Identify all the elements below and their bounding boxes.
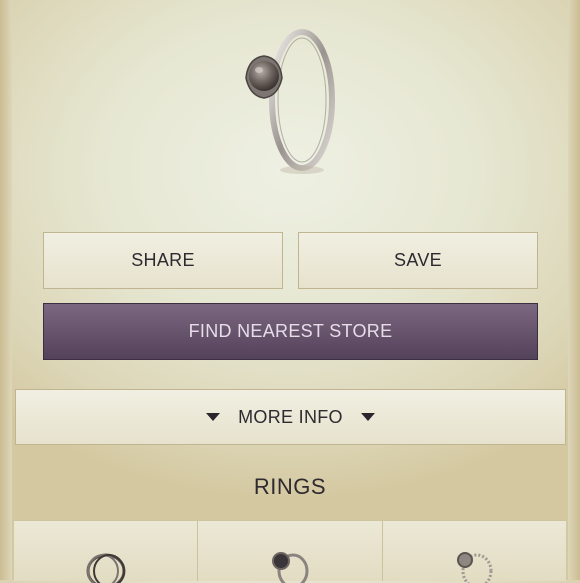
- ring-icon: [86, 553, 126, 583]
- ring-thumbnail-3[interactable]: [382, 521, 566, 583]
- more-info-toggle[interactable]: MORE INFO: [15, 389, 566, 445]
- save-button[interactable]: SAVE: [298, 232, 538, 289]
- section-title: RINGS: [253, 474, 327, 499]
- product-ring-image: [245, 29, 335, 174]
- more-info-label: MORE INFO: [238, 406, 343, 427]
- rings-grid: [14, 520, 566, 583]
- ring-thumbnail-1[interactable]: [14, 521, 199, 583]
- share-button[interactable]: SHARE: [43, 232, 283, 289]
- ring-icon: [457, 552, 493, 583]
- ring-thumbnail-2[interactable]: [198, 521, 383, 583]
- find-nearest-store-button[interactable]: FIND NEAREST STORE: [43, 303, 538, 360]
- caret-down-icon: [206, 413, 221, 421]
- caret-down-icon: [360, 413, 375, 421]
- ring-icon: [271, 552, 309, 583]
